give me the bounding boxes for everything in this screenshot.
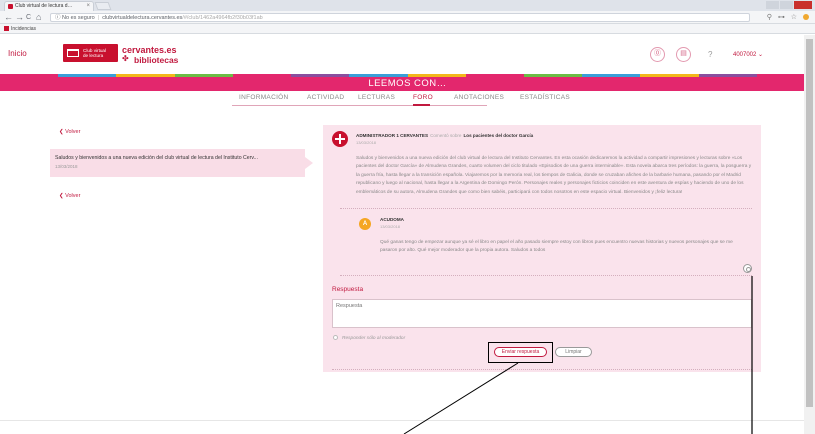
toolbar-right: ⚲ ⊶ ☆ [767, 11, 809, 24]
forward-arrow-icon[interactable]: → [15, 11, 24, 24]
browser-action-icons[interactable]: ⚲ ⊶ ☆ [767, 14, 799, 21]
club-logo[interactable]: Club virtual de lectura [63, 44, 118, 62]
divider [332, 369, 752, 370]
back-arrow-icon[interactable]: ← [4, 11, 13, 24]
annotation-line-send [403, 362, 519, 434]
post-date: 13/03/2018 [356, 140, 377, 145]
divider [340, 208, 752, 209]
cervantes-avatar-icon [332, 131, 348, 147]
club-banner-title: LEEMOS CON… [0, 77, 815, 91]
tab-actividad[interactable]: ACTIVIDAD [307, 94, 344, 101]
club-tabs: INFORMACIÓN ACTIVIDAD LECTURAS FORO ANOT… [0, 91, 815, 107]
bookmarks-bar: Incidencias [0, 24, 815, 34]
volver-link[interactable]: ❮ Volver [59, 129, 80, 135]
limpiar-button[interactable]: Limpiar [555, 347, 592, 357]
tab-foro[interactable]: FORO [413, 94, 433, 101]
reload-icon[interactable]: C [26, 11, 31, 24]
browser-tab-title: Club virtual de lectura d… [15, 3, 73, 9]
brand-line2: bibliotecas [122, 54, 178, 65]
browser-toolbar: ← → C ⌂ ⓘ No es seguro | clubvirtualdelect… [0, 11, 815, 24]
respuesta-label: Respuesta [332, 286, 364, 293]
logo-line2: de lectura [83, 53, 104, 58]
page-bottom-border [0, 420, 804, 421]
bookmark-icon [4, 26, 9, 32]
favicon-icon [8, 4, 13, 9]
notification-icon[interactable]: ⓪ [650, 47, 665, 62]
tab-lecturas[interactable]: LECTURAS [358, 94, 395, 101]
enviar-respuesta-button[interactable]: Enviar respuesta [494, 347, 547, 357]
inicio-link[interactable]: Inicio [8, 49, 27, 58]
close-window-button[interactable] [794, 1, 812, 9]
close-tab-icon[interactable]: × [86, 2, 90, 11]
tab-anotaciones[interactable]: ANOTACIONES [454, 94, 504, 101]
active-tab-indicator [413, 104, 430, 106]
post-author[interactable]: ADMINISTRADOR 1 CERVANTES [356, 133, 428, 138]
extension-icon[interactable] [803, 14, 809, 21]
reply-author[interactable]: ACUDOMA [380, 217, 404, 222]
new-tab-button[interactable] [94, 2, 112, 10]
moderator-only-checkbox[interactable] [333, 335, 338, 340]
scrollbar-thumb[interactable] [806, 39, 813, 407]
tab-informacion[interactable]: INFORMACIÓN [239, 94, 289, 101]
brand-line1: cervantes.es [122, 45, 177, 55]
help-icon[interactable]: ? [708, 50, 712, 59]
maximize-button[interactable] [780, 1, 793, 9]
home-icon[interactable]: ⌂ [36, 11, 41, 24]
reply-body: Qué ganas tengo de empezar aunque ya sé … [380, 240, 733, 254]
book-icon [67, 49, 79, 57]
window-controls [765, 1, 812, 10]
divider [340, 275, 752, 276]
moderator-only-label: Responder sólo al moderador [342, 335, 406, 341]
page: Club virtual de lectura d… × ← → C ⌂ ⓘ N… [0, 0, 815, 434]
tab-estadisticas[interactable]: ESTADÍSTICAS [520, 94, 570, 101]
post-topic[interactable]: Los pacientes del doctor García [463, 133, 533, 138]
moderator-only-option[interactable]: Responder sólo al moderador [333, 335, 405, 341]
security-indicator[interactable]: ⓘ No es seguro [55, 15, 95, 21]
post-comment-on: Comentó sobre [430, 133, 462, 138]
user-menu[interactable]: 4007002 ⌄ [733, 51, 763, 58]
reply-date: 13/03/2018 [380, 224, 401, 229]
page-scrollbar[interactable] [804, 35, 815, 434]
post-header: ADMINISTRADOR 1 CERVANTES Comentó sobre Lo… [356, 133, 533, 138]
post-body: Saludos y bienvenidos a una nueva edició… [356, 156, 752, 195]
browser-tab[interactable]: Club virtual de lectura d… × [4, 1, 94, 11]
respuesta-input[interactable] [332, 299, 752, 328]
cervantes-brand[interactable]: cervantes.es bibliotecas [122, 45, 178, 65]
volver-link-2[interactable]: ❮ Volver [59, 193, 80, 199]
topic-date: 13/03/2018 [55, 164, 78, 169]
topic-title: Saludos y bienvenidos a una nueva edició… [55, 155, 258, 161]
site-header: Inicio Club virtual de lectura cervantes… [0, 35, 815, 75]
url-host: clubvirtualdelectura.cervantes.es [102, 15, 183, 21]
bookmark-incidencias[interactable]: Incidencias [11, 26, 36, 32]
tabs-underline [232, 105, 487, 106]
topic-card[interactable]: Saludos y bienvenidos a una nueva edició… [50, 149, 313, 177]
browser-tabstrip: Club virtual de lectura d… × [0, 0, 815, 11]
minimize-button[interactable] [766, 1, 779, 9]
address-bar[interactable]: ⓘ No es seguro | clubvirtualdelectura.cerv… [50, 13, 750, 22]
url-path: /#/club/1462a4964fb2f30b03f1ab [182, 15, 263, 21]
reply-avatar: A [359, 218, 371, 230]
messages-icon[interactable]: ▤ [676, 47, 691, 62]
reply-bubble-icon[interactable] [743, 264, 752, 273]
